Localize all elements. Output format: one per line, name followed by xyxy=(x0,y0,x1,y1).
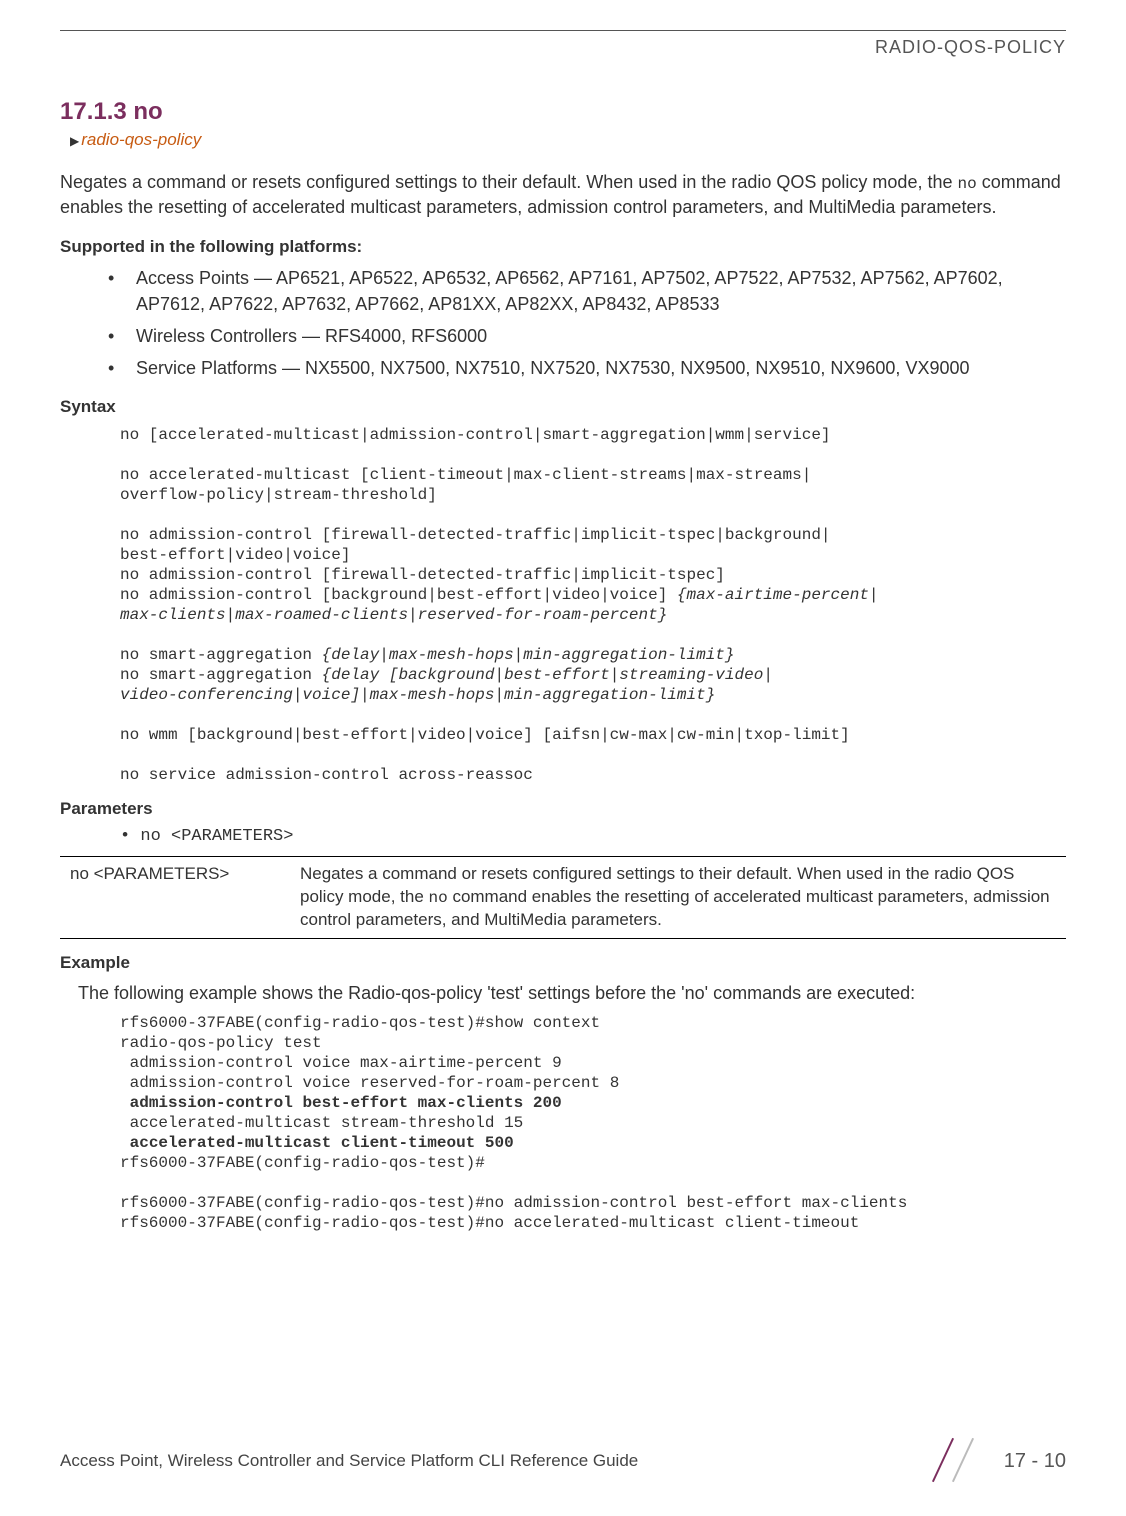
syntax-label: Syntax xyxy=(60,397,1066,417)
parameters-label: Parameters xyxy=(60,799,1066,819)
example-block: rfs6000-37FABE(config-radio-qos-test)#sh… xyxy=(120,1013,1066,1233)
page-footer: Access Point, Wireless Controller and Se… xyxy=(60,1440,1066,1482)
table-row: no <PARAMETERS> Negates a command or res… xyxy=(60,856,1066,938)
breadcrumb-label: radio-qos-policy xyxy=(81,130,201,149)
arrow-icon: ▶ xyxy=(70,134,79,148)
section-heading: 17.1.3 no xyxy=(60,98,1066,126)
list-item: Wireless Controllers — RFS4000, RFS6000 xyxy=(108,323,1066,349)
list-item: Service Platforms — NX5500, NX7500, NX75… xyxy=(108,355,1066,381)
footer-title: Access Point, Wireless Controller and Se… xyxy=(60,1451,638,1471)
page-number: 17 - 10 xyxy=(1004,1450,1066,1473)
footer-slash-icon xyxy=(920,1440,990,1482)
param-desc-cell: Negates a command or resets configured s… xyxy=(290,856,1066,938)
page-header: RADIO-QOS-POLICY xyxy=(60,37,1066,58)
parameters-table: no <PARAMETERS> Negates a command or res… xyxy=(60,856,1066,939)
intro-paragraph: Negates a command or resets configured s… xyxy=(60,170,1066,221)
platforms-list: Access Points — AP6521, AP6522, AP6532, … xyxy=(60,265,1066,381)
example-label: Example xyxy=(60,953,1066,973)
param-name-cell: no <PARAMETERS> xyxy=(60,856,290,938)
example-intro: The following example shows the Radio-qo… xyxy=(78,981,1066,1006)
param-bullet: • no <PARAMETERS> xyxy=(120,827,1066,846)
supported-platforms-label: Supported in the following platforms: xyxy=(60,237,1066,257)
list-item: Access Points — AP6521, AP6522, AP6532, … xyxy=(108,265,1066,317)
breadcrumb[interactable]: ▶radio-qos-policy xyxy=(70,130,1066,150)
syntax-block: no [accelerated-multicast|admission-cont… xyxy=(120,425,1066,785)
